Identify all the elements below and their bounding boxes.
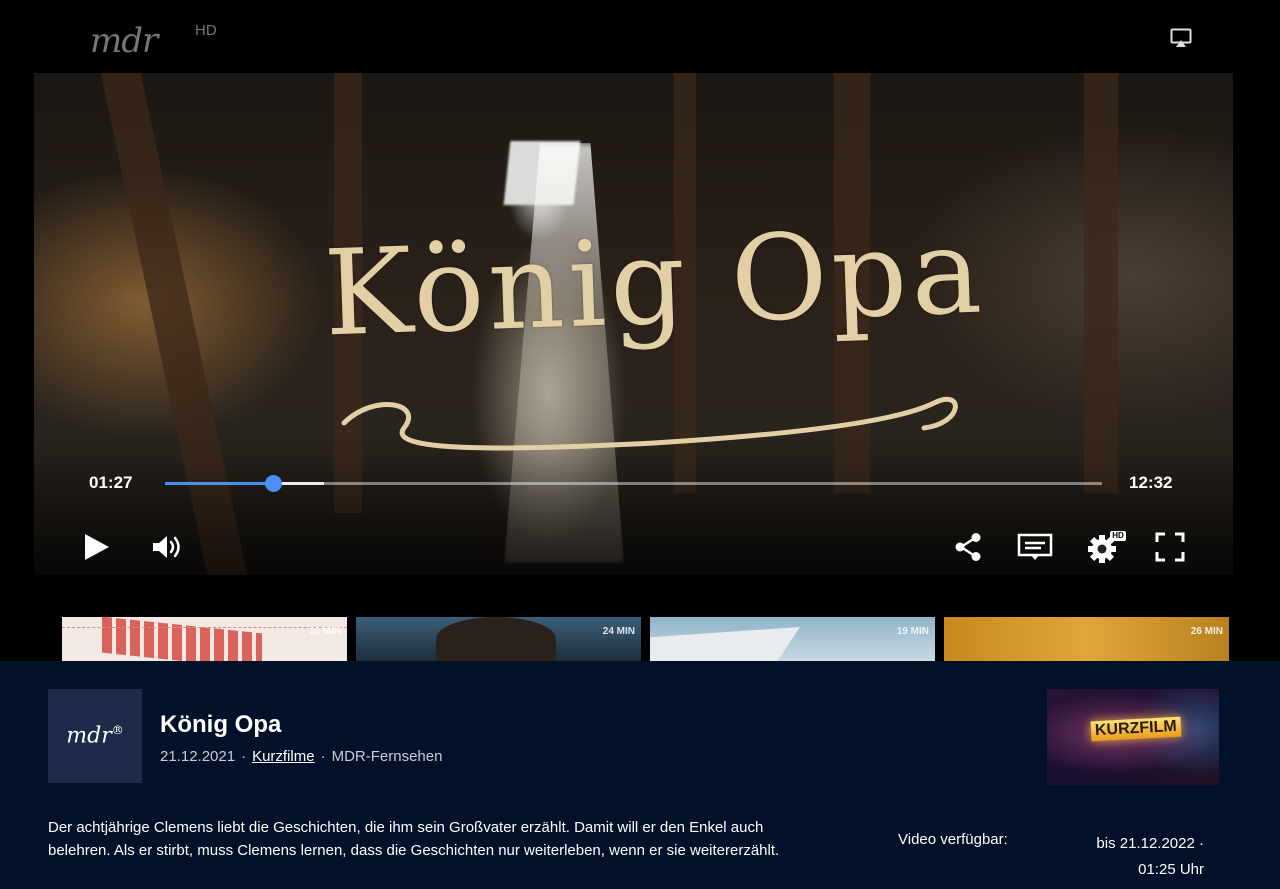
seek-bar[interactable] [165, 475, 1102, 492]
thumbnail-duration: 26 MIN [1190, 626, 1223, 637]
category-link[interactable]: Kurzfilme [252, 748, 315, 765]
title-swirl [341, 396, 958, 451]
thumbnail-image [436, 617, 556, 661]
mdr-logo: mdr [90, 21, 158, 61]
title-art: König Opa [321, 201, 988, 363]
thumbnail-card[interactable]: 10 MIN [62, 617, 347, 661]
thumbnail-duration: 24 MIN [602, 626, 635, 637]
thumbnail-card[interactable]: 24 MIN [356, 617, 641, 661]
play-icon [85, 534, 109, 560]
thumbnail-duration: 10 MIN [308, 626, 341, 637]
availability-time: 01:25 Uhr [1138, 861, 1204, 878]
thumbnail-card[interactable]: 19 MIN [650, 617, 935, 661]
availability-date: bis 21.12.2022 · [1096, 835, 1204, 852]
category-image[interactable]: KURZFILM [1047, 689, 1219, 785]
share-icon [955, 533, 981, 561]
episode-description: Der achtjährige Clemens liebt die Geschi… [48, 819, 780, 859]
episode-meta: 21.12.2021 · Kurzfilme · MDR-Fernsehen [160, 748, 443, 765]
quality-badge: HD [1112, 531, 1124, 540]
hd-badge: HD [195, 22, 217, 39]
settings-button[interactable]: HD [1086, 531, 1126, 563]
subtitles-icon [1017, 533, 1053, 560]
category-image-label: KURZFILM [1090, 716, 1182, 742]
share-button[interactable] [952, 531, 984, 563]
thumbnail-card[interactable]: 26 MIN [944, 617, 1229, 661]
thumbnail-decor [62, 627, 347, 628]
broadcaster: MDR-Fernsehen [331, 748, 443, 765]
thumbnail-image [102, 617, 262, 661]
current-time: 01:27 [89, 473, 133, 492]
episode-date: 21.12.2021 [160, 748, 236, 765]
thumbnail-image [650, 627, 800, 661]
total-time: 12:32 [1129, 473, 1173, 492]
subtitles-button[interactable] [1017, 531, 1053, 563]
volume-button[interactable] [150, 531, 186, 563]
fullscreen-button[interactable] [1154, 531, 1186, 563]
play-button[interactable] [82, 531, 112, 563]
top-bar: mdr HD [0, 0, 1280, 72]
episode-title: König Opa [160, 711, 282, 738]
channel-logo-text: mdr® [66, 723, 124, 749]
volume-icon [153, 536, 180, 558]
thumbnail-duration: 19 MIN [896, 626, 929, 637]
controls-gradient [34, 453, 1233, 575]
episode-info-panel: mdr® König Opa 21.12.2021 · Kurzfilme · MDR-… [0, 661, 1280, 889]
rafter [1084, 73, 1118, 493]
airplay-icon[interactable] [1170, 28, 1192, 48]
channel-logo[interactable]: mdr® [48, 689, 142, 783]
availability-value: bis 21.12.2022 · 01:25 Uhr [1040, 831, 1204, 883]
fullscreen-icon [1155, 532, 1185, 562]
video-player[interactable]: König Opa 01:27 12:32 HD [34, 73, 1233, 575]
played-bar [165, 482, 274, 485]
availability-label: Video verfügbar: [898, 831, 1008, 848]
